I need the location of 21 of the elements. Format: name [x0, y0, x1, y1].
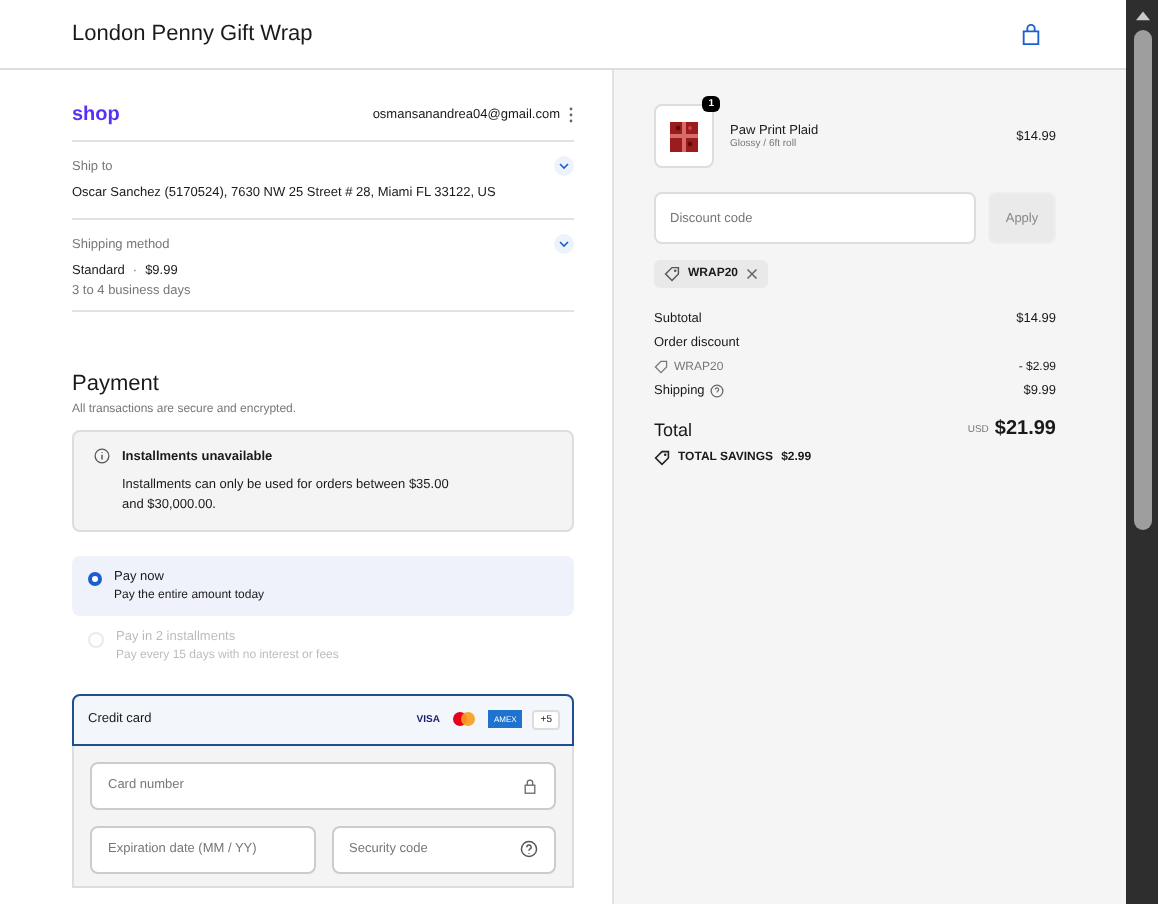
chevron-down-icon[interactable] — [554, 234, 574, 254]
total-value: $21.99 — [994, 418, 1056, 440]
close-icon[interactable] — [746, 268, 759, 280]
help-icon — [520, 840, 538, 858]
tag-icon — [654, 360, 668, 374]
scrollbar[interactable] — [1126, 0, 1158, 904]
lock-icon — [522, 777, 538, 793]
shop-logo: shop — [72, 104, 120, 126]
chevron-down-icon[interactable] — [554, 156, 574, 176]
payment-heading: Payment — [72, 372, 161, 396]
total-label: Total — [654, 419, 693, 439]
scroll-up-icon[interactable] — [1133, 8, 1151, 22]
more-icon[interactable] — [568, 106, 574, 124]
store-title[interactable]: London Penny Gift Wrap — [72, 22, 313, 46]
help-icon — [710, 384, 725, 398]
tag-icon — [654, 450, 670, 466]
tag-icon — [664, 266, 680, 282]
info-icon — [94, 448, 110, 464]
card-brand-logo — [449, 710, 478, 728]
shopping-bag-icon[interactable] — [1020, 23, 1042, 45]
scrollbar-thumb[interactable] — [1133, 30, 1151, 530]
